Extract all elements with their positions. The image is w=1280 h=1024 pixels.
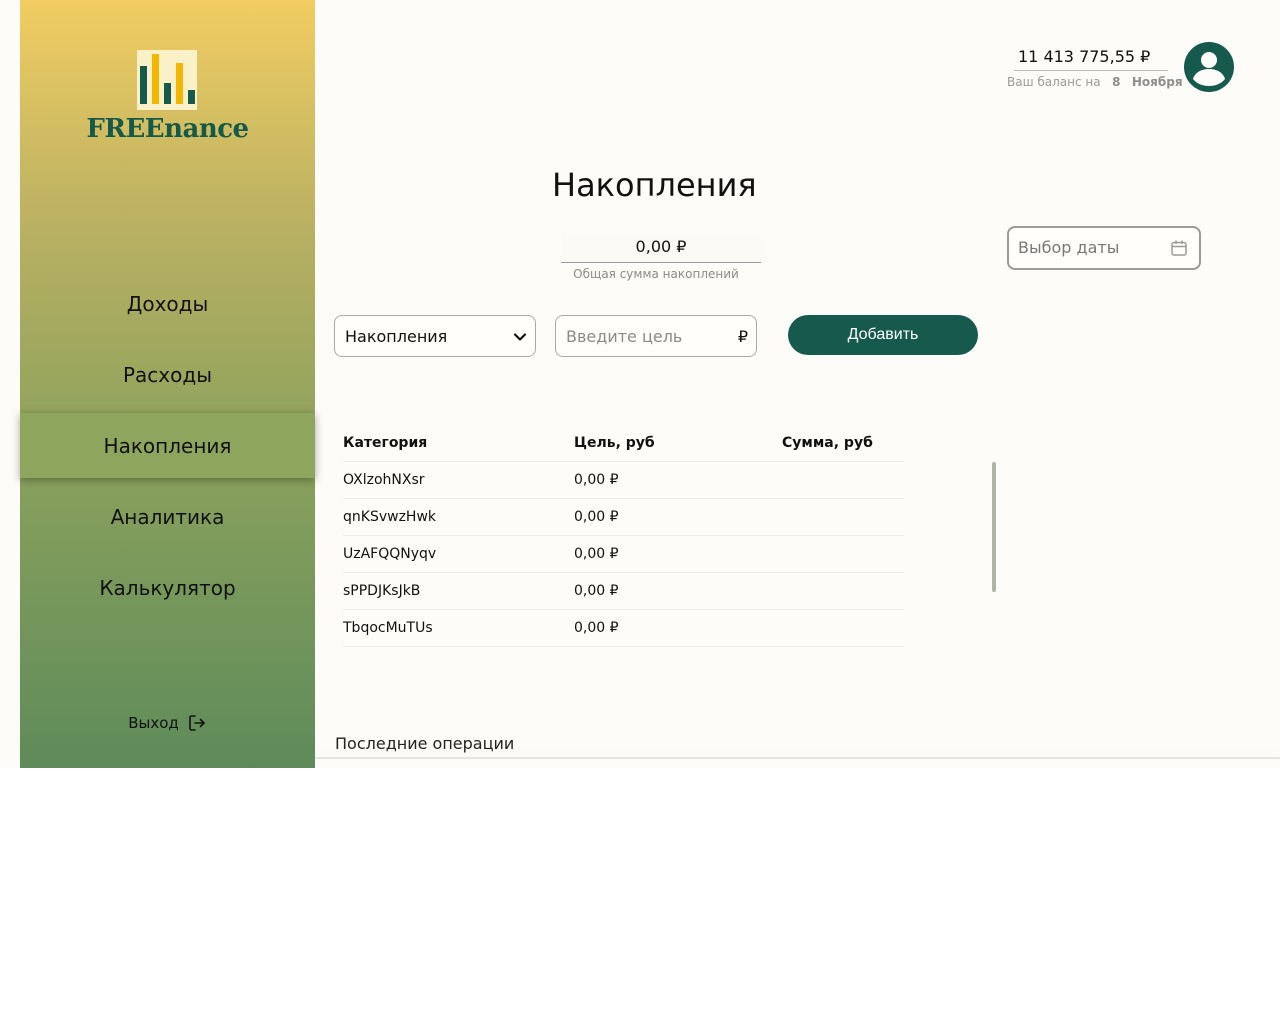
cell-goal: 0,00 ₽ <box>574 609 782 647</box>
sidebar-item-analytics[interactable]: Аналитика <box>20 484 315 549</box>
logo-chart-icon <box>137 50 197 110</box>
sidebar: FREEnance Доходы Расходы Накопления Анал… <box>20 0 315 768</box>
savings-total-caption: Общая сумма накоплений <box>573 267 739 281</box>
category-select[interactable]: Накопления <box>334 315 536 357</box>
column-header-category: Категория <box>343 424 574 462</box>
cell-sum <box>782 498 904 536</box>
divider <box>315 757 1280 759</box>
logout-button[interactable]: Выход <box>20 710 315 736</box>
cell-goal: 0,00 ₽ <box>574 461 782 499</box>
balance-month: Ноября <box>1131 75 1183 89</box>
date-picker-placeholder: Выбор даты <box>1018 238 1120 257</box>
category-select-value: Накопления <box>345 327 448 346</box>
table-row[interactable]: UzAFQQNyqv 0,00 ₽ <box>343 535 904 573</box>
cell-goal: 0,00 ₽ <box>574 572 782 610</box>
cell-category: sPPDJKsJkB <box>343 572 574 610</box>
cell-goal: 0,00 ₽ <box>574 498 782 536</box>
table-row[interactable]: OXlzohNXsr 0,00 ₽ <box>343 461 904 499</box>
cell-sum <box>782 609 904 647</box>
table-header-row: Категория Цель, руб Сумма, руб <box>343 424 904 462</box>
balance-caption: Ваш баланс на 8 Ноября <box>1007 75 1183 89</box>
column-header-sum: Сумма, руб <box>782 424 904 462</box>
cell-sum <box>782 535 904 573</box>
cell-category: UzAFQQNyqv <box>343 535 574 573</box>
cell-category: qnKSvwzHwk <box>343 498 574 536</box>
table-row[interactable]: TbqocMuTUs 0,00 ₽ <box>343 609 904 647</box>
app-window: FREEnance Доходы Расходы Накопления Анал… <box>0 0 1280 768</box>
table-row[interactable]: sPPDJKsJkB 0,00 ₽ <box>343 572 904 610</box>
table-row[interactable]: qnKSvwzHwk 0,00 ₽ <box>343 498 904 536</box>
date-picker[interactable]: Выбор даты <box>1007 226 1201 270</box>
cell-category: TbqocMuTUs <box>343 609 574 647</box>
currency-label: ₽ <box>737 327 748 346</box>
goal-input[interactable] <box>566 326 726 346</box>
cell-goal: 0,00 ₽ <box>574 535 782 573</box>
add-button[interactable]: Добавить <box>788 315 978 355</box>
calendar-icon <box>1170 239 1188 261</box>
page-title: Накопления <box>552 166 757 204</box>
savings-total-value: 0,00 ₽ <box>561 233 761 263</box>
sidebar-item-savings[interactable]: Накопления <box>20 413 315 478</box>
sidebar-item-calculator[interactable]: Калькулятор <box>20 555 315 620</box>
table-scrollbar[interactable] <box>992 462 996 592</box>
goal-field[interactable]: ₽ <box>555 315 757 357</box>
savings-table: Категория Цель, руб Сумма, руб OXlzohNXs… <box>343 424 904 647</box>
balance-day: 8 <box>1112 75 1121 89</box>
user-avatar-icon[interactable] <box>1184 42 1234 92</box>
recent-operations-title: Последние операции <box>335 734 515 753</box>
cell-sum <box>782 461 904 499</box>
chevron-down-icon <box>513 329 527 348</box>
logout-label: Выход <box>128 714 179 732</box>
sidebar-item-income[interactable]: Доходы <box>20 271 315 336</box>
cell-category: OXlzohNXsr <box>343 461 574 499</box>
sidebar-item-expenses[interactable]: Расходы <box>20 342 315 407</box>
logout-icon <box>187 713 207 733</box>
balance-caption-text: Ваш баланс на <box>1007 75 1101 89</box>
brand-name: FREEnance <box>86 114 249 144</box>
column-header-goal: Цель, руб <box>574 424 782 462</box>
cell-sum <box>782 572 904 610</box>
balance-value: 11 413 775,55 ₽ <box>1014 44 1168 71</box>
